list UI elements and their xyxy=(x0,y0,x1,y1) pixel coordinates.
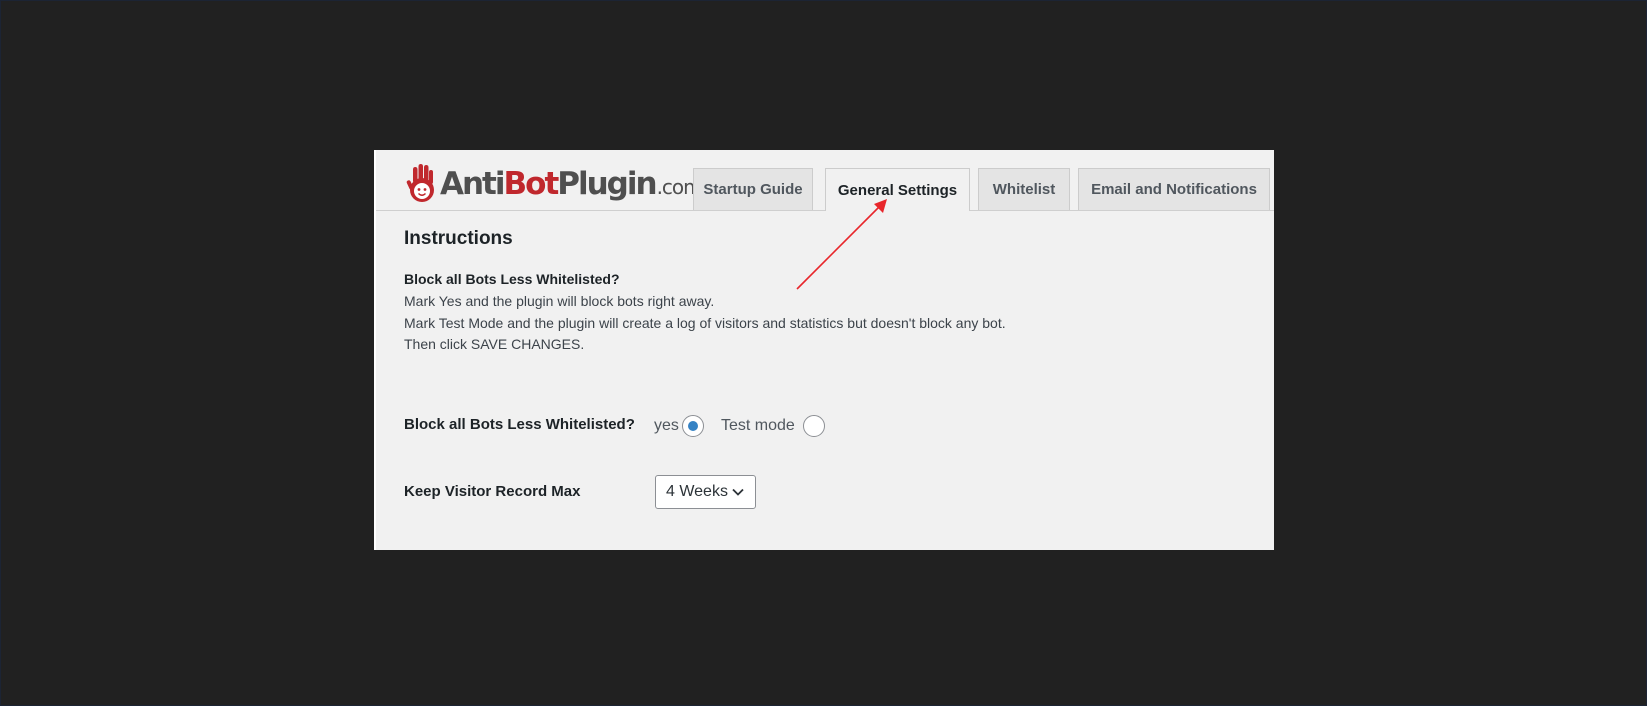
radio-test-mode-label: Test mode xyxy=(721,417,795,434)
logo-anti: Anti xyxy=(440,165,506,202)
logo-wordmark: AntiBotPlugin.com xyxy=(440,165,703,202)
visitor-record-label: Keep Visitor Record Max xyxy=(404,483,581,500)
instructions-line-3: Then click SAVE CHANGES. xyxy=(404,336,585,352)
plugin-header: AntiBotPlugin.com Startup Guide General … xyxy=(376,150,1274,211)
antibot-logo[interactable]: AntiBotPlugin.com xyxy=(406,162,703,206)
radio-yes[interactable] xyxy=(682,415,704,437)
tab-general-settings[interactable]: General Settings xyxy=(825,168,970,211)
tab-startup-guide[interactable]: Startup Guide xyxy=(693,168,813,210)
block-bots-label: Block all Bots Less Whitelisted? xyxy=(404,416,635,433)
instructions-line-2: Mark Test Mode and the plugin will creat… xyxy=(404,315,1006,331)
hand-icon xyxy=(406,164,434,202)
instructions-heading: Instructions xyxy=(404,228,513,249)
instructions-question: Block all Bots Less Whitelisted? xyxy=(404,271,620,287)
settings-panel: AntiBotPlugin.com Startup Guide General … xyxy=(374,150,1274,550)
chevron-down-icon xyxy=(732,488,744,496)
tab-whitelist[interactable]: Whitelist xyxy=(978,168,1070,210)
visitor-record-select[interactable]: 4 Weeks xyxy=(655,475,756,509)
tab-email-notifications[interactable]: Email and Notifications xyxy=(1078,168,1270,210)
radio-yes-label: yes xyxy=(654,417,679,434)
logo-plugin: Plugin xyxy=(557,165,657,202)
visitor-record-value: 4 Weeks xyxy=(666,483,728,500)
logo-bot: Bot xyxy=(503,165,560,202)
radio-test-mode[interactable] xyxy=(803,415,825,437)
instructions-line-1: Mark Yes and the plugin will block bots … xyxy=(404,293,715,309)
